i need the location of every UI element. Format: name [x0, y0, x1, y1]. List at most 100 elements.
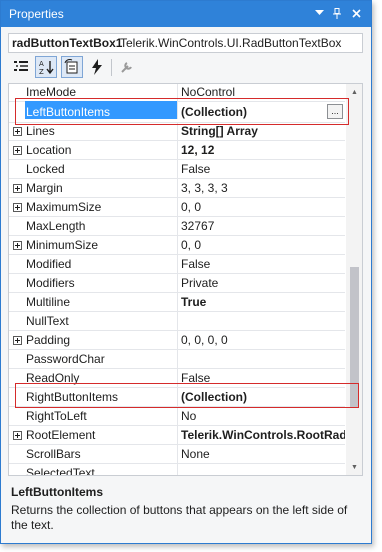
row-gutter [9, 160, 25, 178]
column-divider [177, 179, 178, 197]
close-icon[interactable] [347, 4, 365, 22]
property-value[interactable]: 0, 0, 0, 0 [181, 333, 345, 347]
property-grid: ImeMode NoControl LeftButtonItems (Collecti… [8, 83, 363, 476]
events-icon[interactable] [86, 56, 108, 78]
property-value[interactable]: 12, 12 [181, 143, 345, 157]
row-gutter[interactable] [9, 331, 25, 349]
property-name: Margin [26, 181, 63, 195]
property-value[interactable]: 32767 [181, 219, 345, 233]
column-divider [177, 101, 178, 119]
property-value[interactable]: False [181, 371, 345, 385]
description-text: Returns the collection of buttons that a… [11, 503, 348, 532]
property-name: Locked [26, 162, 65, 176]
property-row-lines[interactable]: Lines String[] Array [9, 122, 345, 141]
collection-editor-button[interactable]: ... [327, 104, 343, 119]
property-row-padding[interactable]: Padding 0, 0, 0, 0 [9, 331, 345, 350]
property-name: LeftButtonItems [26, 105, 111, 119]
svg-text:A: A [39, 60, 44, 68]
description-panel: LeftButtonItems Returns the collection o… [8, 481, 363, 537]
row-gutter [9, 84, 25, 101]
property-name: RootElement [26, 428, 96, 442]
property-row-multiline[interactable]: Multiline True [9, 293, 345, 312]
property-row-righttoleft[interactable]: RightToLeft No [9, 407, 345, 426]
expand-plus-icon[interactable] [12, 335, 22, 345]
property-row-selectedtext[interactable]: SelectedText [9, 464, 345, 475]
expand-plus-icon[interactable] [12, 430, 22, 440]
property-value[interactable]: None [181, 447, 345, 461]
scroll-down-arrow-icon[interactable]: ▼ [346, 459, 362, 475]
property-row-minimumsize[interactable]: MinimumSize 0, 0 [9, 236, 345, 255]
property-value[interactable]: False [181, 257, 345, 271]
property-value[interactable]: NoControl [181, 85, 345, 99]
categorized-icon[interactable] [10, 56, 32, 78]
property-value[interactable]: Private [181, 276, 345, 290]
property-row-leftbuttonitems[interactable]: LeftButtonItems (Collection)... [9, 101, 345, 123]
property-value[interactable]: Telerik.WinControls.RootRadE [181, 428, 345, 442]
column-divider [177, 293, 178, 311]
window-title: Properties [9, 7, 64, 21]
property-row-margin[interactable]: Margin 3, 3, 3, 3 [9, 179, 345, 198]
toolbar-separator [111, 59, 112, 76]
column-divider [177, 388, 178, 406]
object-selector[interactable]: radButtonTextBox1 Telerik.WinControls.UI… [8, 33, 363, 53]
property-row-maximumsize[interactable]: MaximumSize 0, 0 [9, 198, 345, 217]
property-name: MaximumSize [26, 200, 102, 214]
expand-plus-icon[interactable] [12, 202, 22, 212]
row-gutter [9, 407, 25, 425]
property-row-locked[interactable]: Locked False [9, 160, 345, 179]
property-value[interactable]: 0, 0 [181, 238, 345, 252]
scroll-thumb[interactable] [350, 267, 359, 407]
row-gutter[interactable] [9, 141, 25, 159]
pin-icon[interactable] [328, 4, 346, 22]
property-name: Location [26, 143, 72, 157]
property-row-rightbuttonitems[interactable]: RightButtonItems (Collection) [9, 388, 345, 407]
property-value[interactable]: True [181, 295, 345, 309]
vertical-scrollbar[interactable]: ▲ ▼ [346, 84, 362, 475]
expand-plus-icon[interactable] [12, 183, 22, 193]
alphabetical-icon[interactable]: A Z [35, 56, 57, 78]
property-value[interactable]: No [181, 409, 345, 423]
property-row-passwordchar[interactable]: PasswordChar [9, 350, 345, 369]
property-row-maxlength[interactable]: MaxLength 32767 [9, 217, 345, 236]
property-value[interactable]: (Collection) [181, 390, 345, 404]
property-name: RightToLeft [26, 409, 87, 423]
row-gutter[interactable] [9, 236, 25, 254]
expand-plus-icon[interactable] [12, 126, 22, 136]
properties-icon[interactable] [61, 56, 83, 78]
column-divider [177, 350, 178, 368]
expand-plus-icon[interactable] [12, 240, 22, 250]
description-title: LeftButtonItems [11, 485, 103, 499]
property-name: ScrollBars [26, 447, 81, 461]
property-name: Multiline [26, 295, 71, 309]
dropdown-arrow-icon[interactable] [310, 4, 328, 22]
property-row-readonly[interactable]: ReadOnly False [9, 369, 345, 388]
scroll-up-arrow-icon[interactable]: ▲ [346, 84, 362, 100]
row-gutter [9, 312, 25, 330]
row-gutter[interactable] [9, 179, 25, 197]
property-value[interactable]: String[] Array [181, 124, 345, 138]
column-divider [177, 217, 178, 235]
property-value[interactable]: 3, 3, 3, 3 [181, 181, 345, 195]
property-value[interactable]: False [181, 162, 345, 176]
row-gutter [9, 217, 25, 235]
property-name: MinimumSize [26, 238, 99, 252]
property-row-rootelement[interactable]: RootElement Telerik.WinControls.RootRadE [9, 426, 345, 445]
property-row-modifiers[interactable]: Modifiers Private [9, 274, 345, 293]
column-divider [177, 84, 178, 101]
row-gutter[interactable] [9, 198, 25, 216]
property-row-modified[interactable]: Modified False [9, 255, 345, 274]
column-divider [177, 255, 178, 273]
property-pages-icon[interactable] [116, 56, 138, 78]
property-name: Lines [26, 124, 55, 138]
property-value[interactable]: (Collection) [181, 105, 345, 119]
property-row-imemode[interactable]: ImeMode NoControl [9, 84, 345, 102]
row-gutter[interactable] [9, 426, 25, 444]
property-row-scrollbars[interactable]: ScrollBars None [9, 445, 345, 464]
expand-plus-icon[interactable] [12, 145, 22, 155]
row-gutter [9, 445, 25, 463]
row-gutter[interactable] [9, 122, 25, 140]
property-row-nulltext[interactable]: NullText [9, 312, 345, 331]
column-divider [177, 312, 178, 330]
property-row-location[interactable]: Location 12, 12 [9, 141, 345, 160]
property-value[interactable]: 0, 0 [181, 200, 345, 214]
